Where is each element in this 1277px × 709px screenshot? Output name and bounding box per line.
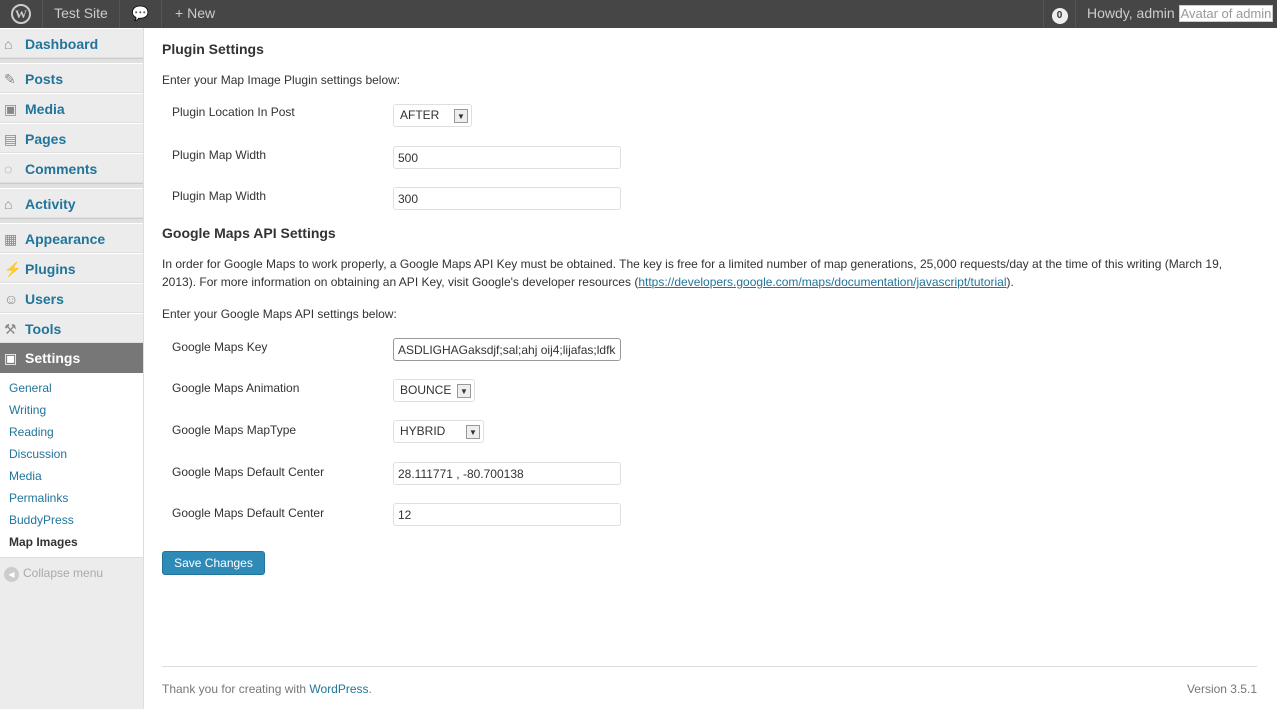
plugin-settings-intro: Enter your Map Image Plugin settings bel… [162,73,401,87]
submenu-general[interactable]: General [0,377,143,399]
menu-label: Pages [25,131,67,147]
description-end: ). [1006,275,1014,289]
plugin-map-height-input[interactable] [393,187,621,210]
notifications-button[interactable]: 0 [1043,0,1076,28]
menu-label: Comments [25,161,98,177]
menu-label: Media [25,101,65,117]
pin-icon: ✎ [4,71,16,87]
wordpress-link[interactable]: WordPress [309,682,368,696]
maptype-select[interactable]: HYBRID ▼ [393,420,484,443]
submenu-permalinks[interactable]: Permalinks [0,487,143,509]
version-label: Version 3.5.1 [1186,682,1257,696]
google-maps-intro: Enter your Google Maps API settings belo… [162,307,397,321]
plugin-settings-heading: Plugin Settings [162,41,264,57]
submenu-reading[interactable]: Reading [0,421,143,443]
submenu-map-images[interactable]: Map Images [0,531,143,553]
submenu-discussion[interactable]: Discussion [0,443,143,465]
field-label: Google Maps MapType [172,423,297,437]
new-content-button[interactable]: + New [162,0,232,28]
comment-icon: ◌ [4,161,13,177]
menu-label: Appearance [25,231,106,247]
selected-value: HYBRID [400,424,446,438]
menu-label: Activity [25,196,76,212]
animation-select[interactable]: BOUNCE ▼ [393,379,475,402]
menu-label: Tools [25,321,62,337]
save-changes-button[interactable]: Save Changes [162,551,265,575]
submenu-media[interactable]: Media [0,465,143,487]
menu-posts[interactable]: ✎ Posts [0,63,143,93]
field-label: Plugin Map Width [172,189,267,203]
field-label: Google Maps Default Center [172,465,325,479]
menu-appearance[interactable]: ▦ Appearance [0,223,143,253]
footer-thanks-end: . [368,682,372,696]
selected-value: BOUNCE [400,383,452,397]
site-name-link[interactable]: Test Site [43,0,120,28]
notification-count: 0 [1051,8,1068,24]
pages-icon: ▤ [4,131,18,147]
appearance-icon: ▦ [4,231,18,247]
collapse-label: Collapse menu [23,566,104,580]
field-label: Google Maps Key [172,340,268,354]
menu-settings[interactable]: ▣ Settings [0,343,143,373]
submenu-buddypress[interactable]: BuddyPress [0,509,143,531]
menu-users[interactable]: ☺ Users [0,283,143,313]
menu-label: Dashboard [25,36,99,52]
plus-icon: + [175,5,188,21]
collapse-icon: ◀ [4,567,19,582]
submenu-writing[interactable]: Writing [0,399,143,421]
wordpress-logo-icon[interactable]: W [0,0,43,28]
menu-pages[interactable]: ▤ Pages [0,123,143,153]
google-maps-key-input[interactable] [393,338,621,361]
google-maps-heading: Google Maps API Settings [162,225,336,241]
avatar: Avatar of admin [1178,5,1274,22]
menu-label: Posts [25,71,64,87]
users-icon: ☺ [4,291,19,307]
field-label: Plugin Location In Post [172,105,295,119]
footer-thanks: Thank you for creating with [162,682,310,696]
collapse-menu-button[interactable]: ◀ Collapse menu [0,557,143,582]
developer-docs-link[interactable]: https://developers.google.com/maps/docum… [638,275,1006,289]
menu-tools[interactable]: ⚒ Tools [0,313,143,343]
chevron-down-icon: ▼ [454,109,468,123]
default-center-input[interactable] [393,462,621,485]
settings-submenu: General Writing Reading Discussion Media… [0,373,143,557]
menu-label: Settings [25,350,81,366]
menu-comments[interactable]: ◌ Comments [0,153,143,183]
menu-activity[interactable]: ⌂ Activity [0,188,143,218]
field-label: Google Maps Default Center [172,506,325,520]
field-label: Plugin Map Width [172,148,267,162]
menu-dashboard[interactable]: ⌂ Dashboard [0,28,143,58]
google-maps-description: In order for Google Maps to work properl… [162,255,1247,291]
comments-icon[interactable]: 💬 [120,0,162,28]
menu-label: Plugins [25,261,76,277]
chevron-down-icon: ▼ [457,384,471,398]
settings-icon: ▣ [4,350,18,366]
new-label: New [187,5,216,21]
howdy-account[interactable]: Howdy, admin Avatar of admin [1087,0,1274,28]
howdy-label: Howdy, admin [1087,5,1175,21]
plugin-location-select[interactable]: AFTER ▼ [393,104,472,127]
plugin-icon: ⚡ [4,261,22,277]
home-icon: ⌂ [4,36,13,52]
menu-label: Users [25,291,64,307]
admin-sidebar: ⌂ Dashboard ✎ Posts ▣ Media ▤ Pages ◌ Comment… [0,28,144,709]
field-label: Google Maps Animation [172,381,300,395]
tools-icon: ⚒ [4,321,17,337]
media-icon: ▣ [4,101,18,117]
default-zoom-input[interactable] [393,503,621,526]
admin-bar: W Test Site 💬 + New 0 Howdy, admin Avata… [0,0,1277,28]
footer: Thank you for creating with WordPress. V… [162,666,1257,696]
plugin-map-width-input[interactable] [393,146,621,169]
menu-media[interactable]: ▣ Media [0,93,143,123]
menu-plugins[interactable]: ⚡ Plugins [0,253,143,283]
chevron-down-icon: ▼ [466,425,480,439]
activity-icon: ⌂ [4,196,13,212]
selected-value: AFTER [400,108,440,122]
